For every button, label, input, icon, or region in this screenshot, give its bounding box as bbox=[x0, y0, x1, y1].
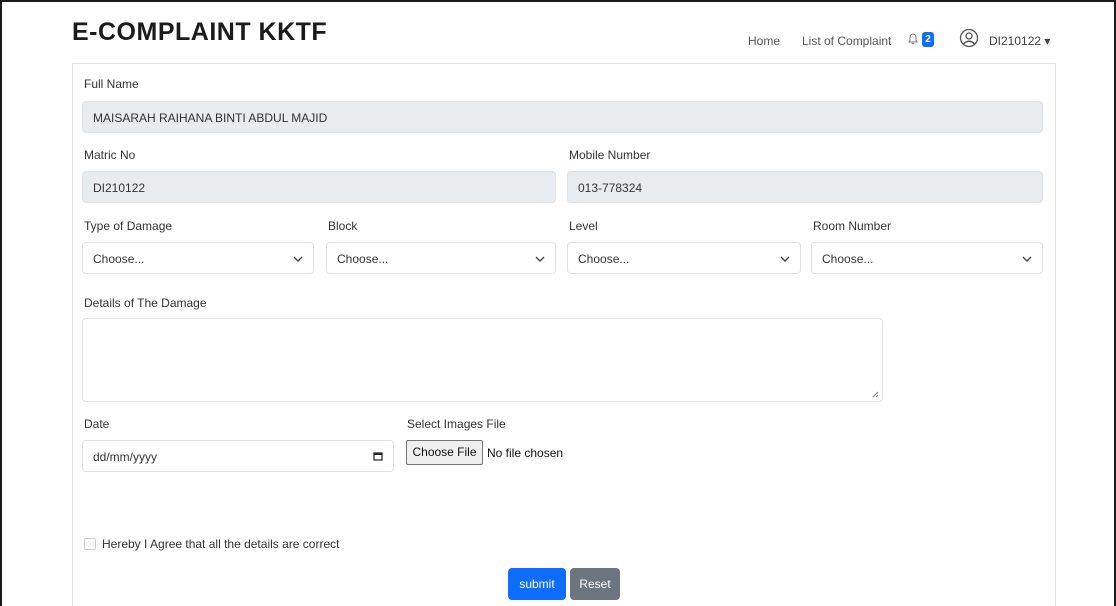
type-of-damage-label: Type of Damage bbox=[84, 219, 173, 233]
type-of-damage-value: Choose... bbox=[93, 252, 145, 266]
brand-title[interactable]: E-COMPLAINT KKTF bbox=[72, 18, 327, 47]
user-circle-icon[interactable] bbox=[959, 28, 979, 48]
date-placeholder: dd/mm/yyyy bbox=[93, 450, 158, 464]
mobile-number-label: Mobile Number bbox=[569, 148, 651, 162]
agree-checkbox[interactable] bbox=[84, 538, 96, 550]
level-value: Choose... bbox=[578, 252, 630, 266]
type-of-damage-select[interactable]: Choose... bbox=[82, 242, 314, 274]
nav-list-of-complaint-link[interactable]: List of Complaint bbox=[802, 34, 891, 48]
room-number-value: Choose... bbox=[822, 252, 874, 266]
level-select[interactable]: Choose... bbox=[567, 242, 801, 274]
notification-badge: 2 bbox=[922, 32, 934, 47]
calendar-icon[interactable] bbox=[373, 451, 383, 461]
reset-button[interactable]: Reset bbox=[570, 568, 620, 600]
block-label: Block bbox=[328, 219, 358, 233]
chevron-down-icon bbox=[1022, 256, 1032, 262]
mobile-number-field[interactable]: 013-778324 bbox=[567, 171, 1043, 203]
details-label: Details of The Damage bbox=[84, 296, 207, 310]
agree-label[interactable]: Hereby I Agree that all the details are … bbox=[102, 537, 339, 551]
date-input[interactable]: dd/mm/yyyy bbox=[82, 440, 394, 472]
details-textarea[interactable] bbox=[82, 318, 883, 402]
chevron-down-icon bbox=[535, 256, 545, 262]
matric-no-label: Matric No bbox=[84, 148, 136, 162]
block-value: Choose... bbox=[337, 252, 389, 266]
chevron-down-icon bbox=[293, 256, 303, 262]
bell-icon bbox=[908, 33, 918, 45]
file-status-text: No file chosen bbox=[487, 446, 564, 460]
navbar: E-COMPLAINT KKTF Home List of Complaint … bbox=[2, 2, 1114, 62]
choose-file-button[interactable]: Choose File bbox=[406, 440, 483, 465]
block-select[interactable]: Choose... bbox=[326, 242, 556, 274]
nav-home-link[interactable]: Home bbox=[748, 34, 780, 48]
date-label: Date bbox=[84, 417, 110, 431]
matric-no-field[interactable]: DI210122 bbox=[82, 171, 556, 203]
room-number-label: Room Number bbox=[813, 219, 892, 233]
notification-button[interactable]: 2 bbox=[908, 32, 936, 48]
level-label: Level bbox=[569, 219, 598, 233]
user-dropdown[interactable]: DI210122 ▾ bbox=[989, 34, 1050, 48]
submit-button[interactable]: submit bbox=[508, 568, 566, 600]
room-number-select[interactable]: Choose... bbox=[811, 242, 1043, 274]
select-images-label: Select Images File bbox=[407, 417, 506, 431]
resize-grip-icon[interactable] bbox=[871, 390, 879, 398]
full-name-field[interactable]: MAISARAH RAIHANA BINTI ABDUL MAJID bbox=[82, 101, 1043, 133]
chevron-down-icon bbox=[780, 256, 790, 262]
full-name-label: Full Name bbox=[84, 77, 139, 91]
